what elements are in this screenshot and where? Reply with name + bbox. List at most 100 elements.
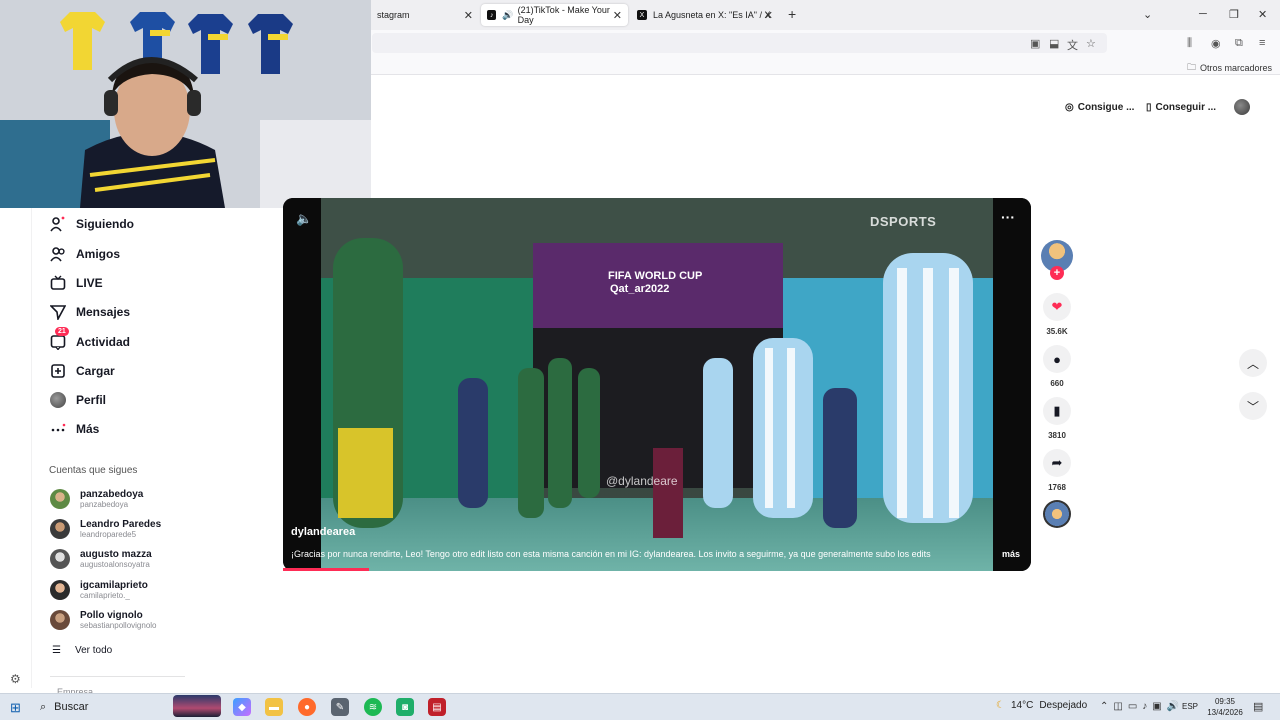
voicemeeter-icon[interactable]: ▤ [428, 698, 446, 716]
video-player[interactable] [283, 198, 1031, 571]
more-options-icon[interactable]: ··· [1001, 209, 1015, 225]
tab-x[interactable]: X La Agusneta en X: "Es IA" / X ✕ [631, 4, 779, 26]
following-account[interactable]: Pollo vignolo sebastianpollovignolo [50, 607, 157, 633]
sidebar-item-activity[interactable]: 21 Actividad [49, 327, 130, 353]
extensions-icon[interactable]: ⧉ [1235, 37, 1243, 50]
previous-video-button[interactable]: ︿ [1239, 349, 1267, 377]
game-app-icon[interactable]: ◙ [396, 698, 414, 716]
tab-label: La Agusneta en X: "Es IA" / X [653, 10, 771, 20]
get-app-label: Conseguir ... [1155, 101, 1217, 113]
windows-start-icon[interactable]: ⊞ [10, 700, 21, 716]
weather-desc: Despejado [1039, 700, 1088, 711]
speaker-icon: 🔊 [502, 9, 514, 20]
save-count: 3810 [1048, 431, 1066, 440]
volume-icon[interactable]: 🔈 [296, 211, 312, 227]
minimize-button[interactable]: ─ [1199, 8, 1207, 20]
share-icon: ➦ [1051, 455, 1063, 470]
clock-time: 09:35 [1214, 697, 1236, 706]
close-icon[interactable]: ✕ [613, 9, 622, 22]
sidebar-item-label: Siguiendo [76, 217, 134, 231]
following-account[interactable]: igcamilaprieto camilaprieto._ [50, 577, 148, 603]
chevron-down-icon: ﹀ [1246, 399, 1259, 414]
follow-plus-icon[interactable]: + [1050, 266, 1064, 280]
copilot-icon[interactable]: ◆ [233, 698, 251, 716]
sidebar-item-messages[interactable]: Mensajes [49, 301, 130, 323]
live-icon [49, 274, 67, 292]
close-icon[interactable]: ✕ [464, 9, 473, 22]
account-icon[interactable]: ◉ [1211, 37, 1221, 50]
new-tab-button[interactable]: + [788, 6, 796, 22]
sidebar-item-upload[interactable]: Cargar [49, 360, 115, 382]
sidebar-item-following[interactable]: Siguiendo [49, 213, 134, 235]
following-section-title: Cuentas que sigues [49, 465, 138, 476]
webcam-scene [0, 0, 371, 208]
spotify-icon[interactable]: ≋ [364, 698, 382, 716]
account-username: panzabedoya [80, 499, 129, 509]
following-account[interactable]: panzabedoya panzabedoya [50, 486, 143, 512]
tab-instagram[interactable]: stagram ✕ [371, 4, 479, 26]
taskbar-search-label: Buscar [54, 701, 89, 713]
tab-list-chevron-icon[interactable]: ⌄ [1143, 8, 1152, 21]
sidebar-item-friends[interactable]: Amigos [49, 243, 120, 265]
language-indicator[interactable]: ESP [1182, 702, 1198, 711]
system-tray[interactable]: ⌃◫▭♪▣🔊 [1100, 701, 1184, 712]
tab-tiktok[interactable]: ♪ 🔊 (21)TikTok - Make Your Day ✕ [481, 4, 628, 26]
x-logo-icon: X [637, 10, 647, 20]
window-close-button[interactable]: ✕ [1258, 8, 1267, 21]
clock[interactable]: 09:35 13/4/2026 [1205, 696, 1245, 718]
save-button[interactable]: ▮ [1043, 397, 1071, 425]
video-progress-bar[interactable] [283, 568, 369, 571]
sidebar-item-more[interactable]: Más [49, 418, 99, 440]
file-explorer-icon[interactable]: ▬ [265, 698, 283, 716]
account-username: augustoalonsoyatra [80, 559, 150, 569]
weather-widget[interactable]: ☾ 14°C Despejado [996, 700, 1087, 711]
heart-icon: ❤ [1051, 299, 1063, 314]
account-username: camilaprieto._ [80, 590, 130, 600]
restore-button[interactable]: ❐ [1229, 8, 1239, 21]
app-icon[interactable]: ✎ [331, 698, 349, 716]
account-name: Pollo vignolo [80, 609, 143, 621]
sidebar-item-live[interactable]: LIVE [49, 272, 103, 294]
chevron-up-icon: ︿ [1246, 356, 1259, 371]
account-username: leandroparede5 [80, 529, 137, 539]
menu-icon[interactable]: ≡ [1259, 37, 1265, 49]
clock-date: 13/4/2026 [1207, 708, 1243, 717]
search-icon: ⌕ [40, 700, 47, 713]
save-page-icon[interactable]: ⬓ [1049, 37, 1059, 50]
search-highlight-image [173, 695, 221, 717]
address-bar[interactable] [372, 33, 1107, 53]
translate-icon[interactable]: 文 [1067, 37, 1078, 53]
caption-more-button[interactable]: más [1002, 549, 1020, 559]
firefox-icon[interactable]: ● [298, 698, 316, 716]
next-video-button[interactable]: ﹀ [1239, 392, 1267, 420]
screenshot-icon[interactable]: ▣ [1030, 37, 1040, 50]
profile-avatar[interactable] [1234, 99, 1250, 115]
broadcaster-watermark: DSPORTS [870, 214, 937, 229]
following-account[interactable]: augusto mazza augustoalonsoyatra [50, 546, 152, 572]
moon-icon: ☾ [996, 700, 1005, 711]
other-bookmarks[interactable]: 🗀 Otros marcadores [1187, 60, 1272, 76]
music-disc-icon[interactable] [1043, 500, 1071, 528]
notifications-icon[interactable]: ▤ [1253, 700, 1263, 713]
close-icon[interactable]: ✕ [764, 9, 773, 22]
comment-icon: ● [1053, 351, 1061, 367]
avatar [50, 489, 70, 509]
bookmark-star-icon[interactable]: ☆ [1086, 37, 1096, 50]
sidebar-item-label: Mensajes [76, 305, 131, 319]
share-button[interactable]: ➦ [1043, 449, 1071, 477]
like-button[interactable]: ❤ [1043, 293, 1071, 321]
profile-avatar [49, 391, 67, 409]
sidebar-item-profile[interactable]: Perfil [49, 389, 106, 411]
see-all-link[interactable]: ☰ Ver todo [52, 645, 112, 656]
following-account[interactable]: Leandro Paredes leandroparede5 [50, 516, 161, 542]
get-app-button[interactable]: ▯ Conseguir ... [1146, 96, 1216, 118]
user-follow-icon [49, 215, 67, 233]
video-author[interactable]: dylandearea [291, 526, 355, 538]
coin-icon: ◎ [1065, 101, 1074, 113]
gear-icon[interactable]: ⚙ [10, 672, 21, 686]
weather-temp: 14°C [1010, 700, 1034, 711]
comment-button[interactable]: ● [1043, 345, 1071, 373]
library-icon[interactable]: ⫼ [1187, 37, 1192, 50]
avatar [50, 610, 70, 630]
get-coins-button[interactable]: ◎ Consigue ... [1065, 96, 1134, 118]
